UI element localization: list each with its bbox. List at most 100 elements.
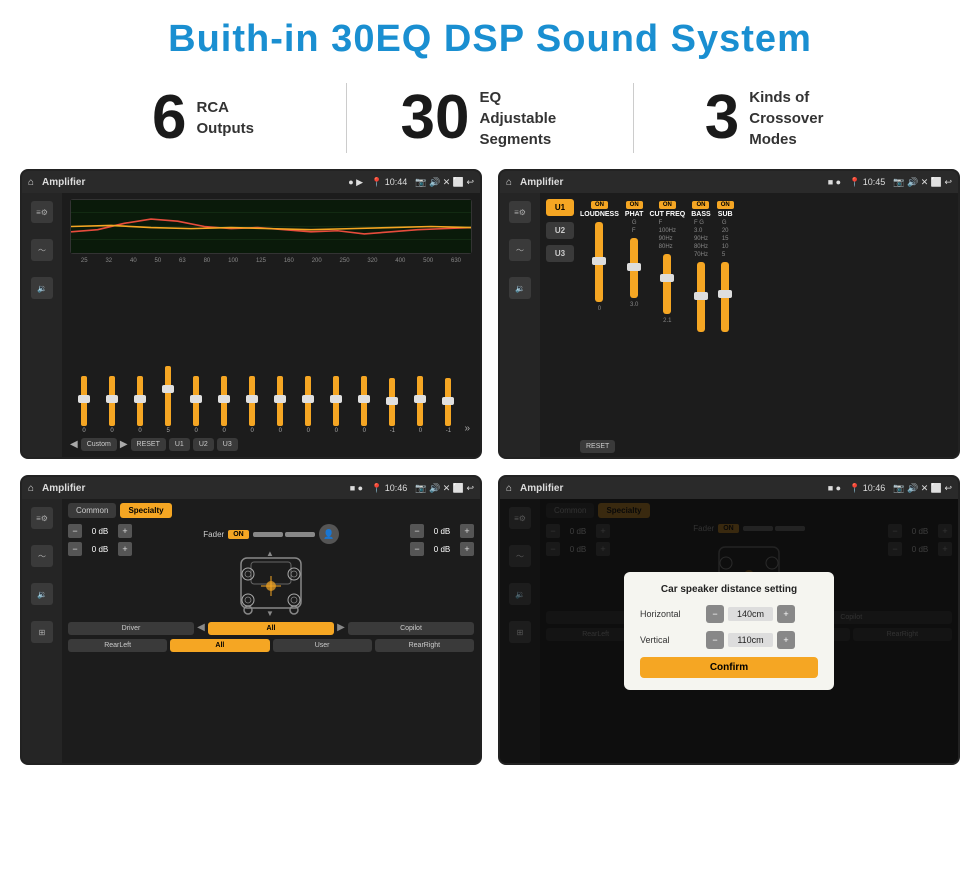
eq-slider-12: 0 (408, 267, 432, 434)
screen1-sidebar: ≡⚙ 〜 🔉 (22, 193, 62, 457)
loudness-on[interactable]: ON (591, 201, 608, 209)
screen-crossover: ⌂ Amplifier ■ ● 📍 10:45 📷 🔊 ✕ ⬜ ↩ ≡⚙ 〜 🔉… (498, 169, 960, 459)
wave3-icon[interactable]: 〜 (31, 545, 53, 567)
eq-prev-icon[interactable]: ◀ (70, 439, 78, 450)
db-plus-0[interactable]: + (118, 524, 132, 538)
screen1-icons: 📷 🔊 ✕ ⬜ ↩ (415, 177, 474, 188)
layout3-icon[interactable]: ⊞ (31, 621, 53, 643)
screen3-title: Amplifier (42, 483, 342, 494)
eq-graph (70, 199, 472, 254)
db-plus-r0[interactable]: + (460, 524, 474, 538)
eq-slider-4: 0 (184, 267, 208, 434)
vertical-value: 110cm (728, 633, 773, 647)
screen4-title: Amplifier (520, 483, 820, 494)
db-val-1: 0 dB (86, 545, 114, 554)
screen3-content: ≡⚙ 〜 🔉 ⊞ Common Specialty − 0 dB + (22, 499, 480, 763)
eq-reset-btn[interactable]: RESET (131, 438, 166, 451)
sub-label: SUB (718, 211, 733, 218)
eq-freq-labels: 2532405063 80100125160200 25032040050063… (70, 258, 472, 264)
phat-freqs: GF (632, 220, 637, 234)
crossover-reset-btn[interactable]: RESET (580, 440, 615, 453)
copilot-btn[interactable]: Copilot (348, 622, 474, 635)
screen-fader-dialog: ⌂ Amplifier ■ ● 📍 10:46 📷 🔊 ✕ ⬜ ↩ ≡⚙ 〜 🔉… (498, 475, 960, 765)
speaker-icon[interactable]: 🔉 (31, 277, 53, 299)
eq-main-area: 2532405063 80100125160200 25032040050063… (62, 193, 480, 457)
rearleft-btn[interactable]: RearLeft (68, 639, 167, 652)
eq-slider-8: 0 (296, 267, 320, 434)
specialty-tab[interactable]: Specialty (120, 503, 171, 518)
eq-slider-6: 0 (240, 267, 264, 434)
screen2-topbar: ⌂ Amplifier ■ ● 📍 10:45 📷 🔊 ✕ ⬜ ↩ (500, 171, 958, 193)
rearright-btn[interactable]: RearRight (375, 639, 474, 652)
stat-crossover-text: Kinds ofCrossover Modes (749, 87, 849, 150)
stat-rca: 6 RCAOutputs (60, 87, 346, 149)
home-icon[interactable]: ⌂ (28, 177, 34, 188)
all-btn[interactable]: All (208, 622, 334, 635)
user-btn[interactable]: User (273, 639, 372, 652)
loudness-label: LOUDNESS (580, 211, 619, 218)
eq-bottom-bar: ◀ Custom ▶ RESET U1 U2 U3 (70, 438, 472, 451)
screen2-icons: 📷 🔊 ✕ ⬜ ↩ (893, 177, 952, 188)
phat-on[interactable]: ON (626, 201, 643, 209)
db-row-r0: − 0 dB + (410, 524, 474, 538)
expand-icon[interactable]: » (464, 423, 470, 434)
home3-icon[interactable]: ⌂ (28, 483, 34, 494)
db-plus-r1[interactable]: + (460, 542, 474, 556)
dot2-icon: ■ ● (828, 177, 841, 187)
eq-u2-btn[interactable]: U2 (193, 438, 214, 451)
svg-text:▼: ▼ (266, 609, 274, 618)
preset-u1-btn[interactable]: U1 (546, 199, 574, 216)
wave-icon[interactable]: 〜 (31, 239, 53, 261)
eq-u1-btn[interactable]: U1 (169, 438, 190, 451)
db-minus-r0[interactable]: − (410, 524, 424, 538)
svg-text:▲: ▲ (266, 549, 274, 558)
screen2-time: 📍 10:45 (849, 177, 885, 188)
vertical-plus-btn[interactable]: + (777, 631, 795, 649)
eq-icon[interactable]: ≡⚙ (31, 201, 53, 223)
bass-on[interactable]: ON (692, 201, 709, 209)
bass-vals: F G 3.0 90Hz 80Hz 70Hz (694, 220, 708, 258)
speaker2-icon[interactable]: 🔉 (509, 277, 531, 299)
eq3-icon[interactable]: ≡⚙ (31, 507, 53, 529)
stat-crossover-number: 3 (705, 87, 739, 149)
home4-icon[interactable]: ⌂ (506, 483, 512, 494)
fader-on-toggle[interactable]: ON (228, 530, 249, 539)
channel-sub: ON SUB G 20 15 10 5 (717, 201, 734, 334)
dialog-title: Car speaker distance setting (640, 584, 818, 595)
horizontal-plus-btn[interactable]: + (777, 605, 795, 623)
eq-play-icon[interactable]: ▶ (120, 439, 128, 450)
db-minus-1[interactable]: − (68, 542, 82, 556)
left-db-controls: − 0 dB + − 0 dB + (68, 524, 132, 556)
common-tab[interactable]: Common (68, 503, 116, 518)
fader-bottom-buttons: Driver ◀ All ▶ Copilot (68, 622, 474, 635)
eq-u3-btn[interactable]: U3 (217, 438, 238, 451)
stats-row: 6 RCAOutputs 30 EQ AdjustableSegments 3 … (0, 73, 980, 169)
db-minus-0[interactable]: − (68, 524, 82, 538)
driver-btn[interactable]: Driver (68, 622, 194, 635)
db-plus-1[interactable]: + (118, 542, 132, 556)
preset-u3-btn[interactable]: U3 (546, 245, 574, 262)
eq-custom-btn[interactable]: Custom (81, 438, 117, 451)
vertical-minus-btn[interactable]: − (706, 631, 724, 649)
fader-icon[interactable]: 👤 (319, 524, 339, 544)
screen3-topbar: ⌂ Amplifier ■ ● 📍 10:46 📷 🔊 ✕ ⬜ ↩ (22, 477, 480, 499)
eq2-icon[interactable]: ≡⚙ (509, 201, 531, 223)
screen1-content: ≡⚙ 〜 🔉 (22, 193, 480, 457)
all2-btn[interactable]: All (170, 639, 269, 652)
page-title: Buith-in 30EQ DSP Sound System (0, 0, 980, 73)
confirm-button[interactable]: Confirm (640, 657, 818, 678)
horizontal-minus-btn[interactable]: − (706, 605, 724, 623)
eq-slider-1: 0 (100, 267, 124, 434)
db-minus-r1[interactable]: − (410, 542, 424, 556)
speaker3-icon[interactable]: 🔉 (31, 583, 53, 605)
sub-on[interactable]: ON (717, 201, 734, 209)
preset-u2-btn[interactable]: U2 (546, 222, 574, 239)
wave2-icon[interactable]: 〜 (509, 239, 531, 261)
db-row-r1: − 0 dB + (410, 542, 474, 556)
speaker-distance-dialog: Car speaker distance setting Horizontal … (624, 572, 834, 690)
crossover-main-area: ON LOUDNESS 0 ON PHAT GF (574, 193, 958, 457)
screen1-time: 📍 10:44 (371, 177, 407, 188)
cutfreq-on[interactable]: ON (659, 201, 676, 209)
vertical-row: Vertical − 110cm + (640, 631, 818, 649)
home2-icon[interactable]: ⌂ (506, 177, 512, 188)
